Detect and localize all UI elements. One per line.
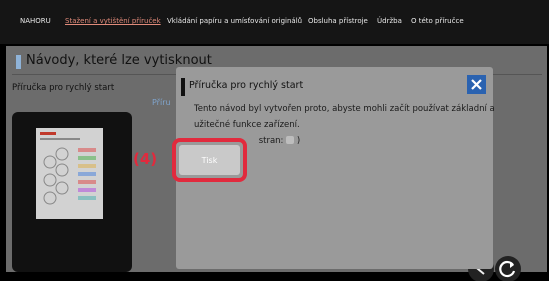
step-callout-label: (4) bbox=[133, 150, 158, 168]
dialog-title: Příručka pro rychlý start bbox=[189, 80, 304, 91]
nav-item-download[interactable]: Stažení a vytištění příruček bbox=[65, 17, 161, 25]
manual-name[interactable]: Příručka pro rychlý start bbox=[12, 83, 114, 93]
nav-item-maintenance[interactable]: Údržba bbox=[377, 17, 402, 25]
device-screen: NAHORU Stažení a vytištění příruček Vklá… bbox=[0, 0, 549, 295]
dialog-description-line-1: Tento návod byl vytvořen proto, abyste m… bbox=[194, 104, 495, 114]
page-count-close: ) bbox=[296, 136, 301, 146]
top-navigation: NAHORU Stažení a vytištění příruček Vklá… bbox=[0, 0, 549, 44]
page-count-value bbox=[286, 136, 295, 144]
title-accent-bar bbox=[16, 55, 21, 69]
reload-icon bbox=[499, 260, 516, 278]
manual-thumbnail[interactable] bbox=[36, 128, 103, 219]
nav-item-about[interactable]: O této příručce bbox=[411, 17, 464, 25]
close-icon bbox=[471, 79, 482, 90]
page-title: Návody, které lze vytisknout bbox=[26, 53, 212, 68]
nav-item-paper[interactable]: Vkládání papíru a umísťování originálů bbox=[167, 17, 302, 25]
nav-item-home[interactable]: NAHORU bbox=[20, 17, 51, 25]
manual-cover-image bbox=[36, 128, 103, 219]
bottom-margin bbox=[0, 281, 549, 295]
page-count-label: stran: bbox=[258, 136, 284, 146]
dialog-accent-bar bbox=[181, 78, 185, 96]
reload-button[interactable] bbox=[495, 256, 521, 282]
dialog-description-line-2: užitečné funkce zařízení. bbox=[194, 120, 300, 130]
nav-item-operation[interactable]: Obsluha přístroje bbox=[308, 17, 368, 25]
manual-link-partial[interactable]: Příru bbox=[152, 98, 171, 107]
step-highlight bbox=[172, 138, 247, 182]
close-button[interactable] bbox=[467, 75, 486, 94]
